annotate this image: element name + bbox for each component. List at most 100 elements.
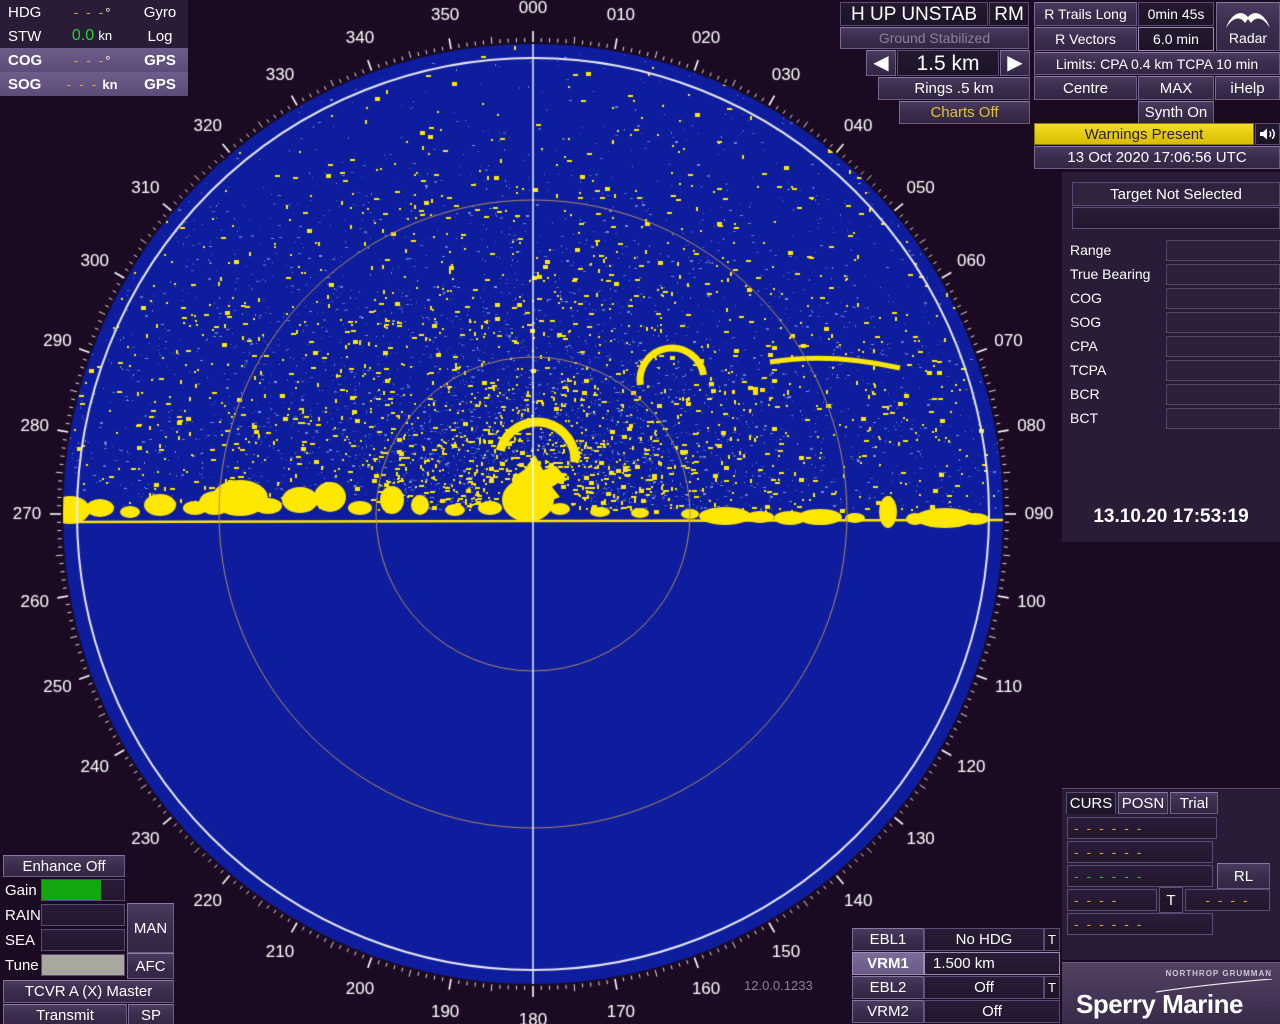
speaker-mute-button[interactable] (1255, 123, 1280, 145)
nav-value-stw: 0.0 (72, 27, 94, 44)
warnings-banner[interactable]: Warnings Present (1034, 123, 1254, 145)
ebl-vrm-row-ebl1: EBL1 No HDG T (852, 928, 1060, 952)
radar-controls-panel: Enhance Off Gain RAIN SEA Tune MAN (0, 855, 174, 1024)
rain-slider[interactable] (41, 904, 125, 926)
range-decrease-button[interactable]: ◀ (866, 50, 896, 76)
sp-button[interactable]: SP (128, 1004, 174, 1024)
target-value-sog (1166, 312, 1280, 333)
cursor-true-toggle[interactable]: T (1159, 887, 1183, 913)
radar-label: Radar (1229, 31, 1267, 45)
charts-button[interactable]: Charts Off (899, 101, 1030, 124)
target-value-cpa (1166, 336, 1280, 357)
vrm1-button[interactable]: VRM1 (852, 952, 924, 975)
nav-label-stw: STW (0, 28, 52, 45)
nav-row-stw[interactable]: STW 0.0 kn Log (0, 24, 188, 48)
radar-mode-button[interactable]: Radar (1216, 2, 1280, 51)
gain-slider[interactable] (41, 879, 125, 901)
tab-curs[interactable]: CURS (1066, 792, 1116, 814)
vrm2-button[interactable]: VRM2 (852, 1000, 924, 1023)
target-name-field (1072, 207, 1280, 229)
limits-button[interactable]: Limits: CPA 0.4 km TCPA 10 min (1034, 52, 1280, 75)
target-value-bct (1166, 408, 1280, 429)
ebl1-value[interactable]: No HDG (924, 928, 1044, 951)
ebl-vrm-row-vrm2: VRM2 Off (852, 1000, 1060, 1024)
enhance-button[interactable]: Enhance Off (3, 855, 125, 877)
nav-source-stw: Log (132, 28, 188, 45)
afc-button[interactable]: AFC (127, 953, 174, 979)
nav-unit-hdg: ° (105, 5, 110, 20)
nav-label-hdg: HDG (0, 4, 52, 21)
nav-label-cog: COG (0, 52, 52, 69)
ebl2-value[interactable]: Off (924, 976, 1044, 999)
max-button[interactable]: MAX (1138, 76, 1214, 100)
transceiver-button[interactable]: TCVR A (X) Master (3, 980, 174, 1003)
nav-row-sog[interactable]: SOG - - - kn GPS (0, 72, 188, 96)
range-value-display: 1.5 km (897, 50, 999, 76)
target-field-cpa: CPA (1062, 334, 1280, 358)
target-label-true-bearing: True Bearing (1062, 266, 1166, 282)
nav-row-cog[interactable]: COG - - -° GPS (0, 48, 188, 72)
target-label-range: Range (1062, 242, 1166, 258)
trails-button[interactable]: R Trails Long (1034, 2, 1137, 26)
rl-button[interactable]: RL (1217, 863, 1270, 889)
ebl-vrm-row-vrm1: VRM1 1.500 km (852, 952, 1060, 976)
cursor-line-4b: - - - - (1185, 889, 1270, 911)
vrm1-value[interactable]: 1.500 km (924, 952, 1060, 975)
target-value-tcpa (1166, 360, 1280, 381)
cursor-panel: CURS POSN Trial - - - - - - - - - - - - … (1062, 788, 1280, 960)
nav-source-sog: GPS (132, 76, 188, 93)
brand-logo: NORTHROP GRUMMAN Sperry Marine (1062, 962, 1280, 1024)
ebl2-true-toggle[interactable]: T (1044, 976, 1060, 999)
nav-unit-sog: kn (102, 77, 117, 92)
ebl1-button[interactable]: EBL1 (852, 928, 924, 951)
target-label-cpa: CPA (1062, 338, 1166, 354)
rain-label: RAIN (3, 907, 41, 924)
target-field-true-bearing: True Bearing (1062, 262, 1280, 286)
ebl1-true-toggle[interactable]: T (1044, 928, 1060, 951)
vectors-button[interactable]: R Vectors (1034, 27, 1137, 51)
parent-brand-text: NORTHROP GRUMMAN (1165, 969, 1272, 978)
nav-value-hdg: - - - (74, 4, 106, 20)
version-text: 12.0.0.1233 (744, 978, 813, 993)
tab-posn[interactable]: POSN (1118, 792, 1168, 814)
nav-row-hdg[interactable]: HDG - - -° Gyro (0, 0, 188, 24)
right-arrow-icon: ▶ (1007, 53, 1022, 73)
vectors-time-display: 6.0 min (1138, 27, 1214, 51)
target-field-bcr: BCR (1062, 382, 1280, 406)
ebl2-button[interactable]: EBL2 (852, 976, 924, 999)
tune-slider[interactable] (41, 954, 125, 976)
cursor-line-1: - - - - - - (1067, 817, 1217, 839)
target-field-sog: SOG (1062, 310, 1280, 334)
orientation-button[interactable]: H UP UNSTAB (840, 2, 988, 26)
nav-value-sog: - - - (66, 76, 98, 92)
range-increase-button[interactable]: ▶ (1000, 50, 1030, 76)
tab-trial[interactable]: Trial (1170, 792, 1218, 814)
target-label-tcpa: TCPA (1062, 362, 1166, 378)
tune-label: Tune (3, 957, 41, 974)
target-label-bct: BCT (1062, 410, 1166, 426)
cursor-line-2: - - - - - - (1067, 841, 1213, 863)
centre-button[interactable]: Centre (1034, 76, 1137, 100)
nav-unit-cog: ° (105, 53, 110, 68)
ihelp-button[interactable]: iHelp (1215, 76, 1280, 100)
trails-time-display: 0min 45s (1138, 2, 1214, 26)
synth-button[interactable]: Synth On (1138, 101, 1214, 124)
vrm2-value[interactable]: Off (924, 1000, 1060, 1023)
rings-button[interactable]: Rings .5 km (878, 77, 1030, 100)
nav-unit-stw: kn (98, 28, 112, 43)
speaker-icon (1259, 127, 1277, 141)
man-button[interactable]: MAN (127, 903, 174, 953)
sea-label: SEA (3, 932, 41, 949)
ebl-vrm-panel: EBL1 No HDG T VRM1 1.500 km EBL2 Off T V… (852, 928, 1060, 1024)
target-value-cog (1166, 288, 1280, 309)
motion-mode-button[interactable]: RM (989, 2, 1029, 26)
sea-slider[interactable] (41, 929, 125, 951)
target-field-cog: COG (1062, 286, 1280, 310)
stabilization-button[interactable]: Ground Stabilized (840, 27, 1029, 49)
nav-source-cog: GPS (132, 52, 188, 69)
target-field-bct: BCT (1062, 406, 1280, 430)
left-arrow-icon: ◀ (873, 53, 888, 73)
brand-name-text: Sperry Marine (1076, 989, 1243, 1020)
transmit-button[interactable]: Transmit (3, 1004, 127, 1024)
selected-target-panel: Target Not Selected Range True Bearing C… (1062, 172, 1280, 542)
